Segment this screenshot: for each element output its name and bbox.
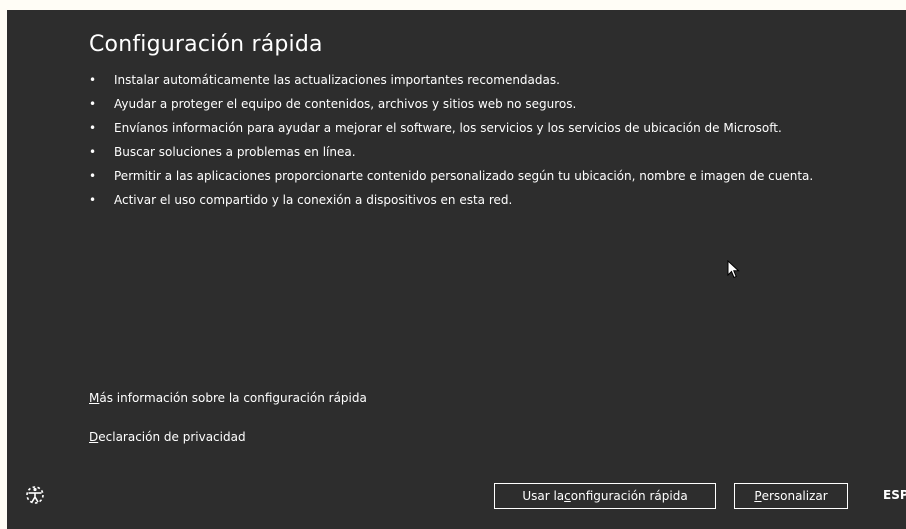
setup-screen: Configuración rápida • Instalar automáti… [7, 10, 906, 529]
list-item: • Activar el uso compartido y la conexió… [89, 192, 829, 209]
list-item-text: Ayudar a proteger el equipo de contenido… [114, 97, 577, 111]
list-item-text: Buscar soluciones a problemas en línea. [114, 145, 356, 159]
link-text: ás información sobre la configuración rá… [99, 391, 367, 405]
bullet-glyph: • [89, 169, 97, 183]
access-key: c [564, 489, 571, 503]
access-key: P [754, 489, 762, 503]
bullet-glyph: • [89, 121, 97, 135]
settings-list: • Instalar automáticamente las actualiza… [89, 72, 829, 216]
button-text: onfiguración rápida [570, 489, 688, 503]
bullet-glyph: • [89, 73, 97, 87]
page-title: Configuración rápida [89, 32, 323, 57]
button-text: ersonalizar [761, 489, 828, 503]
access-key: M [89, 391, 100, 405]
bullet-glyph: • [89, 193, 97, 207]
screenshot-frame: Configuración rápida • Instalar automáti… [0, 0, 906, 529]
access-key: D [89, 430, 99, 444]
more-info-link[interactable]: Más información sobre la configuración r… [89, 391, 367, 405]
link-text: eclaración de privacidad [98, 430, 246, 444]
list-item-text: Activar el uso compartido y la conexión … [114, 193, 513, 207]
list-item-text: Permitir a las aplicaciones proporcionar… [114, 169, 814, 183]
bullet-glyph: • [89, 145, 97, 159]
privacy-statement-link[interactable]: Declaración de privacidad [89, 430, 246, 444]
list-item: • Envíanos información para ayudar a mej… [89, 120, 829, 137]
customize-button[interactable]: Personalizar [734, 483, 848, 509]
list-item: • Instalar automáticamente las actualiza… [89, 72, 829, 89]
mouse-pointer-icon [727, 260, 740, 279]
list-item-text: Instalar automáticamente las actualizaci… [114, 73, 560, 87]
ease-of-access-icon[interactable] [24, 484, 46, 506]
list-item: • Buscar soluciones a problemas en línea… [89, 144, 829, 161]
bullet-glyph: • [89, 97, 97, 111]
use-express-settings-button[interactable]: Usar la c onfiguración rápida [494, 483, 716, 509]
list-item: • Ayudar a proteger el equipo de conteni… [89, 96, 829, 113]
input-language-indicator[interactable]: ESP [883, 488, 906, 502]
list-item-text: Envíanos información para ayudar a mejor… [114, 121, 782, 135]
button-text: Usar la [522, 489, 565, 503]
list-item: • Permitir a las aplicaciones proporcion… [89, 168, 829, 185]
